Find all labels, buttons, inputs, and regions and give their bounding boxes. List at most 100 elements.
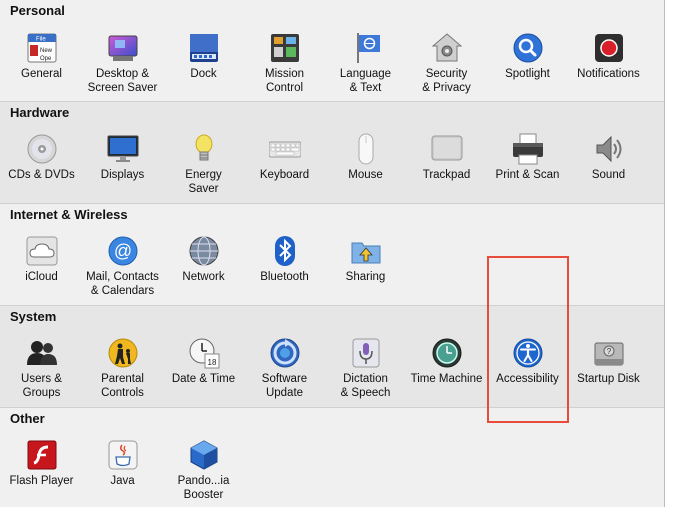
pref-language-text[interactable]: Language & Text [325,32,406,95]
pref-general[interactable]: File New Ope General [1,32,82,81]
icloud-icon [26,235,58,267]
mouse-icon [350,133,382,165]
parental-controls-icon [107,337,139,369]
pref-label: Date & Time [171,373,236,385]
displays-icon [107,133,139,165]
pref-label: Mail, Contacts & Calendars [86,271,159,297]
pref-label: Trackpad [422,169,471,181]
spotlight-icon [512,32,544,64]
pref-label: Desktop & Screen Saver [87,68,158,94]
pref-bluetooth[interactable]: Bluetooth [244,235,325,284]
pref-label: Java [110,475,135,487]
dictation-speech-icon [350,337,382,369]
pref-label: Keyboard [259,169,310,181]
pref-users-groups[interactable]: Users & Groups [1,337,82,400]
section-hardware: Hardware CDs & DVDs Displays Energy Save… [0,102,664,204]
pref-label: General [21,68,62,80]
pref-energy-saver[interactable]: Energy Saver [163,133,244,196]
pref-label: Users & Groups [21,373,62,399]
pref-mail-contacts-calendars[interactable]: @ Mail, Contacts & Calendars [82,235,163,298]
sound-icon [593,133,625,165]
svg-text:File: File [36,37,46,43]
notifications-icon [593,32,625,64]
pref-security-privacy[interactable]: Security & Privacy [406,32,487,95]
pref-mouse[interactable]: Mouse [325,133,406,182]
java-icon [107,439,139,471]
pref-sound[interactable]: Sound [568,133,649,182]
pref-icloud[interactable]: iCloud [1,235,82,284]
section-title: Hardware [10,105,70,120]
section-title: Other [10,411,45,426]
pref-desktop-screen-saver[interactable]: Desktop & Screen Saver [82,32,163,95]
svg-text:New: New [40,48,53,54]
pref-label: Parental Controls [101,373,144,399]
svg-text:?: ? [606,347,611,356]
section-title: Internet & Wireless [10,207,128,222]
security-privacy-icon [431,32,463,64]
pref-dictation-speech[interactable]: Dictation & Speech [325,337,406,400]
section-title: Personal [10,3,65,18]
pref-label: Bluetooth [260,271,309,283]
pref-label: Energy Saver [185,169,222,195]
users-groups-icon [26,337,58,369]
keyboard-icon [268,133,301,165]
svg-text:Ope: Ope [40,56,52,62]
pref-displays[interactable]: Displays [82,133,163,182]
pref-pando-booster[interactable]: Pando...ia Booster [163,439,244,502]
section-personal: Personal File New Ope General Desktop & Sc… [0,0,664,102]
dock-icon [188,32,220,64]
pref-label: Dock [190,68,217,80]
pref-startup-disk[interactable]: ? Startup Disk [568,337,649,386]
pref-label: Flash Player [9,475,74,487]
svg-text:@: @ [113,241,131,261]
pref-trackpad[interactable]: Trackpad [406,133,487,182]
pref-label: Mission Control [265,68,304,94]
pref-date-time[interactable]: 18 Date & Time [163,337,244,386]
pref-label: Dictation & Speech [340,373,391,399]
pref-label: Sharing [345,271,386,283]
language-text-icon [350,32,382,64]
pref-parental-controls[interactable]: Parental Controls [82,337,163,400]
pref-network[interactable]: Network [163,235,244,284]
startup-disk-icon: ? [593,337,625,369]
trackpad-icon [431,133,463,165]
pref-time-machine[interactable]: Time Machine [406,337,487,386]
general-icon: File New Ope [26,32,58,64]
pref-label: Time Machine [410,373,483,385]
bluetooth-icon [269,235,301,267]
pref-label: Print & Scan [495,169,560,181]
printer-icon [512,133,544,165]
pref-print-scan[interactable]: Print & Scan [487,133,568,182]
pref-flash-player[interactable]: Flash Player [1,439,82,488]
pref-spotlight[interactable]: Spotlight [487,32,568,81]
sharing-icon [350,235,382,267]
pref-cds-dvds[interactable]: CDs & DVDs [1,133,82,182]
section-title: System [10,309,57,324]
energy-saver-icon [188,133,220,165]
cds-dvds-icon [26,133,58,165]
time-machine-icon [431,337,463,369]
pref-dock[interactable]: Dock [163,32,244,81]
pref-label: Pando...ia Booster [177,475,230,501]
pando-booster-icon [188,439,220,471]
pref-notifications[interactable]: Notifications [568,32,649,81]
pref-java[interactable]: Java [82,439,163,488]
desktop-screensaver-icon [107,32,139,64]
pref-label: Mouse [348,169,383,181]
svg-text:18: 18 [207,358,216,367]
pref-label: Software Update [261,373,308,399]
pref-sharing[interactable]: Sharing [325,235,406,284]
pref-software-update[interactable]: Software Update [244,337,325,400]
pref-label: Startup Disk [577,373,640,385]
pref-keyboard[interactable]: Keyboard [244,133,325,182]
pref-label: Spotlight [505,68,550,80]
pref-label: Network [182,271,225,283]
pref-mission-control[interactable]: Mission Control [244,32,325,95]
flash-player-icon [26,439,58,471]
pref-label: Displays [100,169,145,181]
mission-control-icon [269,32,301,64]
pref-label: Language & Text [339,68,392,94]
pref-label: Sound [591,169,626,181]
pref-label: Notifications [577,68,640,80]
pref-label: CDs & DVDs [8,169,75,181]
